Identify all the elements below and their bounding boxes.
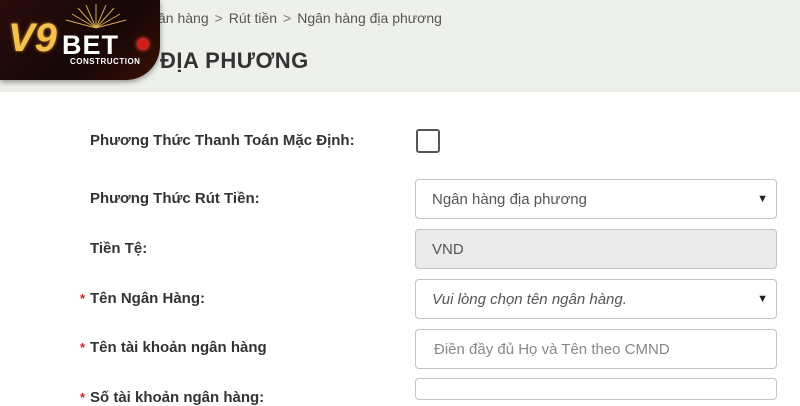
brand-logo: V9 BET CONSTRUCTION bbox=[0, 0, 160, 80]
breadcrumb-separator: > bbox=[214, 10, 223, 26]
account-name-field[interactable] bbox=[415, 329, 777, 369]
required-mark: * bbox=[80, 291, 86, 306]
breadcrumb-item-withdraw[interactable]: Rút tiền bbox=[229, 10, 277, 26]
withdraw-method-select[interactable]: Ngân hàng địa phương ▼ bbox=[415, 179, 777, 219]
breadcrumb-item-local-bank[interactable]: Ngân hàng địa phương bbox=[297, 10, 442, 26]
page-title: ĐỊA PHƯƠNG bbox=[160, 48, 309, 73]
required-mark: * bbox=[80, 340, 86, 355]
bank-name-value: Vui lòng chọn tên ngân hàng. bbox=[432, 290, 627, 308]
account-name-input[interactable] bbox=[432, 329, 760, 369]
required-mark: * bbox=[80, 390, 86, 405]
currency-field: VND bbox=[415, 229, 777, 269]
breadcrumb-separator: > bbox=[283, 10, 292, 26]
withdraw-method-label: Phương Thức Rút Tiền: bbox=[90, 190, 260, 207]
breadcrumb: ân hàng > Rút tiền > Ngân hàng địa phươn… bbox=[158, 8, 442, 28]
caret-down-icon: ▼ bbox=[757, 193, 768, 205]
bank-name-label: Tên Ngân Hàng: bbox=[90, 290, 205, 307]
breadcrumb-item-bank[interactable]: ân hàng bbox=[158, 10, 209, 26]
account-number-label: Số tài khoản ngân hàng: bbox=[90, 389, 265, 406]
default-payment-checkbox[interactable] bbox=[416, 129, 440, 153]
bank-name-select[interactable]: Vui lòng chọn tên ngân hàng. ▼ bbox=[415, 279, 777, 319]
logo-subtitle: CONSTRUCTION bbox=[70, 57, 141, 66]
account-number-input[interactable] bbox=[432, 378, 760, 400]
account-name-label: Tên tài khoản ngân hàng bbox=[90, 339, 267, 356]
default-payment-label: Phương Thức Thanh Toán Mặc Định: bbox=[90, 132, 355, 149]
withdraw-method-value: Ngân hàng địa phương bbox=[432, 190, 587, 208]
caret-down-icon: ▼ bbox=[757, 293, 768, 305]
currency-value: VND bbox=[432, 240, 464, 258]
logo-gem-icon bbox=[137, 38, 149, 50]
logo-v9: V9 bbox=[8, 16, 57, 60]
currency-label: Tiền Tệ: bbox=[90, 240, 148, 257]
account-number-field[interactable] bbox=[415, 378, 777, 400]
